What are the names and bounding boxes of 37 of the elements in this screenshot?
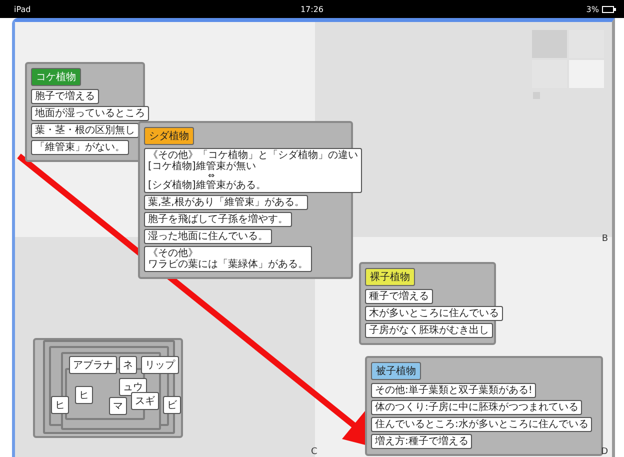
quadrant-label: B (602, 234, 608, 244)
quadrant-label: D (601, 447, 608, 457)
group-title[interactable]: シダ植物 (144, 127, 194, 145)
group-title[interactable]: 裸子植物 (365, 268, 415, 286)
note-card[interactable]: ネ (119, 356, 137, 374)
note-card[interactable]: リップ (141, 356, 179, 374)
note-card[interactable]: 増え方:種子で増える (371, 434, 472, 449)
note-card[interactable]: 湿った地面に住んでいる。 (144, 229, 272, 244)
clock: 17:26 (300, 4, 324, 14)
note-card[interactable]: アブラナ (69, 356, 117, 374)
note-card[interactable]: 《その他》 ワラビの葉には「葉緑体」がある。 (144, 246, 312, 272)
note-card[interactable]: スギ (131, 392, 159, 410)
note-card[interactable]: 子房がなく胚珠がむき出し (365, 323, 493, 338)
note-card[interactable]: 体のつくり:子房に中に胚珠がつつまれている (371, 400, 582, 415)
note-card[interactable]: 《その他》「コケ植物」と「シダ植物」の違い [コケ植物]維管束が無い ⇔ [シダ植物]維管束がある。 (144, 148, 362, 193)
note-card[interactable]: ヒ (75, 386, 93, 404)
group-card[interactable]: 被子植物 その他:単子葉類と双子葉類がある! 体のつくり:子房に中に胚珠がつつまれている 住んでいるところ:水が多いところに住んでいる 増え方:種子で増える (365, 356, 603, 456)
note-card[interactable]: 葉,茎,根があり「維管束」がある。 (144, 195, 308, 210)
note-card[interactable]: 「維管束」がない。 (31, 140, 129, 155)
note-card[interactable]: その他:単子葉類と双子葉類がある! (371, 383, 536, 398)
note-card[interactable]: 住んでいるところ:水が多いところに住んでいる (371, 417, 592, 432)
note-card[interactable]: 葉・茎・根の区別無し (31, 123, 139, 138)
battery-icon (602, 6, 616, 12)
note-card[interactable]: 胞子を飛ばして子孫を増やす。 (144, 212, 292, 227)
note-card[interactable]: 地面が湿っているところ (31, 106, 149, 121)
note-card[interactable]: ビ (163, 396, 181, 414)
note-card[interactable]: マ (109, 397, 127, 415)
device-name: iPad (14, 4, 31, 14)
note-card[interactable]: 種子で増える (365, 289, 433, 304)
note-card[interactable]: 木が多いところに住んでいる (365, 306, 503, 321)
group-title[interactable]: 被子植物 (371, 362, 421, 380)
group-title[interactable]: コケ植物 (31, 68, 81, 86)
note-card[interactable]: ヒ (51, 396, 69, 414)
note-card[interactable]: 胞子で増える (31, 89, 99, 104)
battery-level: 3% (586, 4, 599, 14)
map-canvas[interactable] (15, 22, 612, 457)
quadrant-label: C (311, 447, 318, 457)
